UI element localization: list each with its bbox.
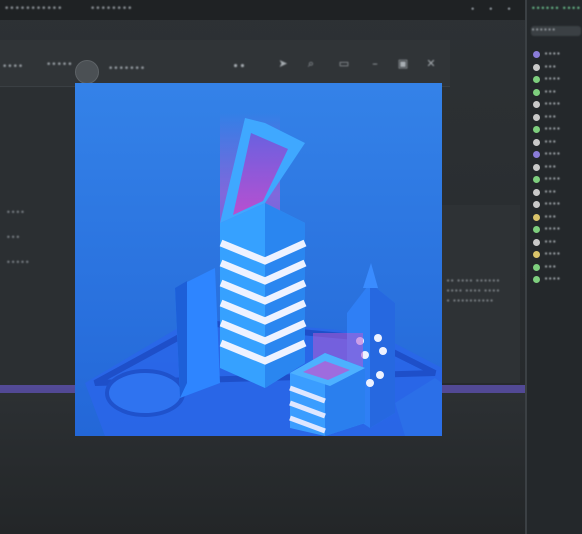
outliner-row-label: •••• [544, 175, 561, 183]
outliner-row[interactable]: ••• [533, 263, 582, 272]
visibility-dot-icon[interactable] [533, 213, 540, 221]
visibility-dot-icon[interactable] [533, 251, 540, 258]
outliner-row[interactable]: •••• [533, 250, 582, 259]
outliner-row[interactable]: ••• [533, 213, 582, 222]
city-illustration [75, 83, 442, 436]
tab-secondary[interactable]: •••••••• [90, 4, 150, 16]
outliner-row-label: •••• [544, 50, 561, 58]
cursor-icon[interactable]: ➤ [276, 58, 290, 70]
visibility-dot-icon[interactable] [533, 163, 540, 171]
outliner-row-label: •••• [544, 125, 561, 133]
toolbar-mid-label[interactable]: ••••• [46, 60, 76, 70]
properties-line: •• •••• •••••• [446, 277, 500, 285]
visibility-dot-icon[interactable] [533, 88, 540, 96]
properties-panel: •• •••• •••••• •••• •••• •••• • ••••••••… [440, 205, 520, 383]
desktop-screen: ••••••••••• •••••••• • • • •••• ••••• ••… [0, 0, 582, 534]
visibility-dot-icon[interactable] [533, 238, 540, 246]
outliner-row-label: ••• [544, 187, 557, 196]
visibility-dot-icon[interactable] [533, 151, 540, 158]
outliner-row[interactable]: ••• [533, 163, 582, 172]
outliner-row[interactable]: ••• [533, 238, 582, 247]
visibility-dot-icon[interactable] [533, 126, 540, 133]
close-icon[interactable]: ✕ [424, 58, 438, 70]
left-panel-item[interactable]: ••• [6, 233, 20, 242]
editor-toolbar: •••• ••••• ••••••• ∙∙ ➤ ⌕ ▭ – ▣ ✕ [0, 40, 450, 87]
outliner-row[interactable]: •••• [533, 75, 582, 84]
left-panel-item[interactable]: ••••• [6, 258, 30, 267]
outliner-search-input[interactable]: •••••• [531, 26, 581, 36]
outliner-row[interactable]: ••• [533, 63, 582, 72]
visibility-dot-icon[interactable] [533, 263, 540, 271]
minimize-icon[interactable]: – [368, 58, 382, 70]
outliner-row[interactable]: ••• [533, 88, 582, 97]
outliner-row[interactable]: ••• [533, 188, 582, 197]
outliner-panel: •••••• •••• •••••• •••• ••• •••• ••• •••• •••… [525, 0, 582, 534]
visibility-dot-icon[interactable] [533, 176, 540, 183]
fit-icon[interactable]: ▭ [334, 58, 354, 70]
round-plaza [105, 369, 185, 417]
outliner-row[interactable]: •••• [533, 125, 582, 134]
toolbar-left-label[interactable]: •••• [2, 62, 24, 72]
visibility-dot-icon[interactable] [533, 201, 540, 208]
outliner-row-label: •••• [544, 250, 561, 258]
tab-document[interactable]: ••••••••••• [4, 4, 74, 16]
outliner-row[interactable]: ••• [533, 113, 582, 122]
outliner-row-label: •••• [544, 150, 561, 158]
left-panel: •••• ••• ••••• [0, 88, 78, 388]
outliner-row-label: ••• [544, 262, 557, 271]
outliner-row-label: ••• [544, 162, 557, 171]
outliner-row-label: ••• [544, 137, 557, 146]
outliner-row[interactable]: ••• [533, 138, 582, 147]
outliner-row[interactable]: •••• [533, 175, 582, 184]
outliner-row-label: ••• [544, 212, 557, 221]
outliner-row-label: •••• [544, 75, 561, 83]
outliner-row[interactable]: •••• [533, 100, 582, 109]
outliner-row-label: •••• [544, 225, 561, 233]
outliner-row-label: ••• [544, 87, 557, 96]
outliner-row-label: •••• [544, 275, 561, 283]
properties-line: •••• •••• •••• [446, 287, 500, 295]
maximize-icon[interactable]: ▣ [396, 58, 410, 70]
visibility-dot-icon[interactable] [533, 113, 540, 121]
visibility-dot-icon[interactable] [533, 188, 540, 196]
visibility-dot-icon[interactable] [533, 51, 540, 58]
outliner-row-label: •••• [544, 200, 561, 208]
outliner-row[interactable]: •••• [533, 200, 582, 209]
outliner-row[interactable]: •••• [533, 275, 582, 284]
properties-line: • •••••••••• [446, 297, 494, 305]
outliner-row[interactable]: •••• [533, 225, 582, 234]
outliner-row-label: ••• [544, 112, 557, 121]
visibility-dot-icon[interactable] [533, 138, 540, 146]
outliner-row[interactable]: •••• [533, 150, 582, 159]
outliner-row[interactable]: •••• [533, 50, 582, 59]
zoom-icon[interactable]: ⌕ [304, 58, 318, 70]
visibility-dot-icon[interactable] [533, 101, 540, 108]
left-panel-item[interactable]: •••• [6, 208, 25, 217]
visibility-dot-icon[interactable] [533, 63, 540, 71]
window-title-bar: ••••••••••• •••••••• • • • [0, 0, 525, 20]
grid-icon[interactable]: ∙∙ [232, 60, 246, 72]
visibility-dot-icon[interactable] [533, 276, 540, 283]
outliner-header: •••••• •••• [531, 4, 581, 13]
outliner-row-label: ••• [544, 62, 557, 71]
visibility-dot-icon[interactable] [533, 226, 540, 233]
outliner-row-label: •••• [544, 100, 561, 108]
toolbar-view-label[interactable]: ••••••• [108, 64, 148, 74]
visibility-dot-icon[interactable] [533, 76, 540, 83]
window-menu-dots[interactable]: • • • [470, 5, 517, 15]
record-button[interactable] [75, 60, 99, 84]
outliner-row-label: ••• [544, 237, 557, 246]
image-preview [75, 83, 442, 436]
